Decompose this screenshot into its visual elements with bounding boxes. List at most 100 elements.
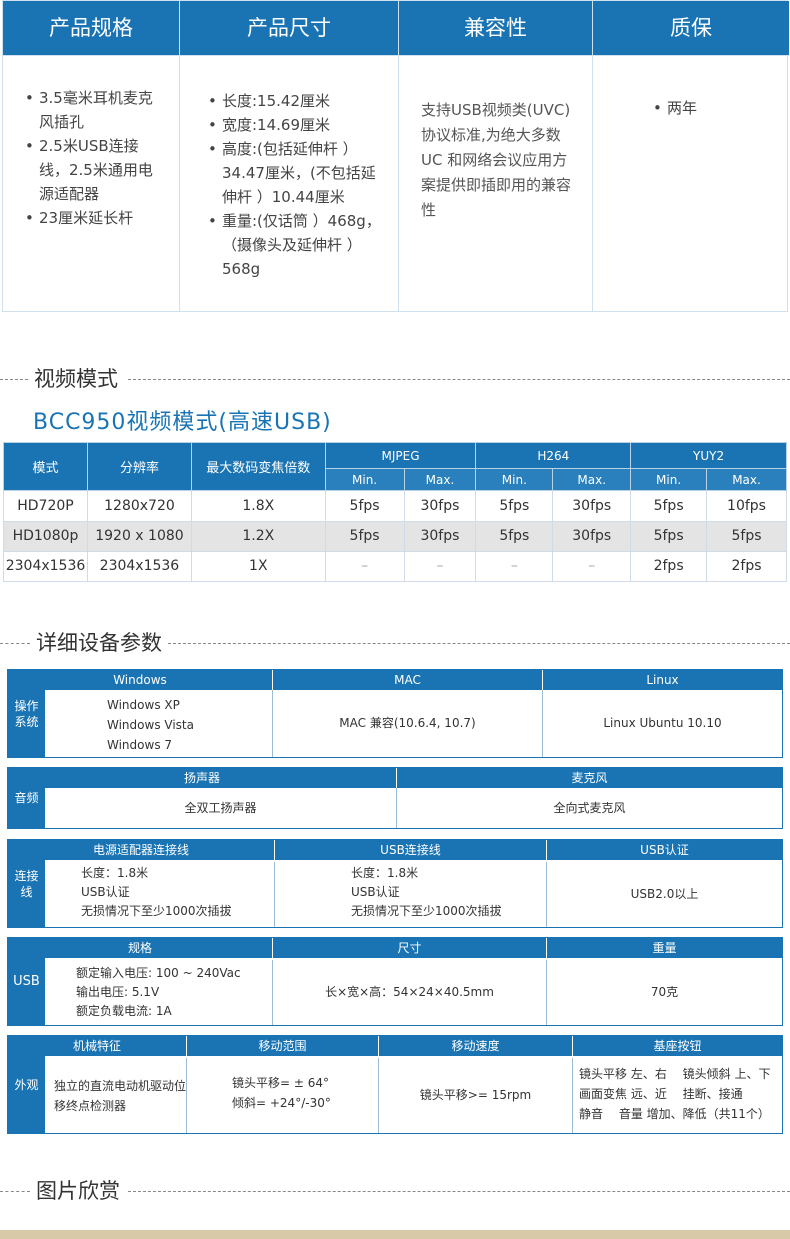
list-item: 高度:(包括延伸杆 ）34.47厘米，(不包括延伸杆 ）10.44厘米 [208, 137, 386, 209]
table-cell: 2304x1536 [86, 550, 192, 583]
table-row: HD720P 1280x720 1.8X 5fps 30fps 5fps 30f… [3, 490, 787, 522]
table-cell: 1.2X [190, 520, 326, 552]
usb-spec-line: 额定负载电流: 1A [76, 1004, 172, 1018]
table-cell: 2fps [706, 550, 787, 583]
look-speed-cell: 镜头平移>= 15rpm [378, 1058, 572, 1133]
list-item: 重量:(仅话筒 ）468g，（摄像头及延伸杆 ）568g [208, 209, 386, 281]
table-cell: 30fps [403, 520, 477, 552]
usb-header-size: 尺寸 [272, 938, 546, 958]
audio-speaker-cell: 全双工扬声器 [184, 800, 257, 815]
usb-spec-line: 额定输入电压: 100 ~ 240Vac [76, 966, 241, 980]
warranty-header: 质保 [593, 1, 789, 56]
table-cell: 30fps [552, 490, 632, 522]
usb-weight-cell: 70克 [546, 960, 782, 1025]
warranty-list: 两年 [653, 96, 777, 120]
audio-header-mic: 麦克风 [396, 768, 782, 788]
os-header-linux: Linux [542, 670, 782, 690]
section-title: 图片欣赏 [36, 1179, 120, 1203]
table-cell: 2304x1536 [3, 550, 88, 583]
cable-cert-cell: USB2.0以上 [546, 862, 782, 927]
cable-usb-line: 无损情况下至少1000次插拔 [351, 904, 502, 918]
table-cell: 5fps [324, 520, 405, 552]
table-cell: 1X [190, 550, 326, 583]
usb-spec-cell: 额定输入电压: 100 ~ 240Vac 输出电压: 5.1V 额定负载电流: … [45, 960, 272, 1025]
spec-col-size: 产品尺寸 长度:15.42厘米 宽度:14.69厘米 高度:(包括延伸杆 ）34… [180, 1, 399, 312]
col-header-zoom: 最大数码变焦倍数 [190, 441, 326, 492]
table-cell: 30fps [552, 520, 632, 552]
table-cell: – [324, 550, 405, 583]
table-cell: 30fps [403, 490, 477, 522]
os-windows-item: Windows Vista [107, 718, 194, 732]
col-header-mode: 模式 [3, 441, 88, 492]
spec-table: 产品规格 3.5毫米耳机麦克风插孔 2.5米USB连接线，2.5米通用电源适配器… [2, 0, 789, 312]
os-windows-item: Windows XP [107, 698, 180, 712]
section-title: 视频模式 [34, 367, 118, 391]
list-item: 长度:15.42厘米 [208, 89, 386, 113]
table-cell: 1.8X [190, 490, 326, 522]
cable-power-line: 无损情况下至少1000次插拔 [81, 904, 232, 918]
sub-header-max: Max. [552, 468, 632, 492]
cable-header-usb: USB连接线 [274, 840, 546, 860]
col-header-resolution: 分辨率 [86, 441, 192, 492]
look-range-cell: 镜头平移= ± 64° 倾斜= +24°/-30° [186, 1058, 378, 1133]
os-block: 操作系统 Windows MAC Linux Windows XP Window… [7, 669, 783, 758]
os-linux-cell: Linux Ubuntu 10.10 [542, 690, 782, 757]
usb-header-weight: 重量 [546, 938, 782, 958]
section-video-heading: 视频模式 [0, 364, 790, 394]
section-detail-heading: 详细设备参数 [0, 628, 790, 658]
table-cell: 5fps [630, 490, 708, 522]
look-buttons-line: 画面变焦 远、近 挂断、接通 [579, 1087, 743, 1101]
table-cell: – [552, 550, 632, 583]
compat-header: 兼容性 [399, 1, 592, 56]
audio-mic-cell: 全向式麦克风 [396, 788, 782, 828]
cable-power-line: 长度：1.8米 [81, 866, 149, 880]
section-gallery-heading: 图片欣赏 [0, 1176, 790, 1206]
table-cell: 1920 x 1080 [86, 520, 192, 552]
sub-header-max: Max. [706, 468, 787, 492]
cable-usb-line: 长度：1.8米 [351, 866, 419, 880]
usb-block: USB 规格 尺寸 重量 额定输入电压: 100 ~ 240Vac 输出电压: … [7, 937, 783, 1026]
table-cell: 2fps [630, 550, 708, 583]
table-cell: 5fps [475, 490, 554, 522]
look-range-line: 镜头平移= ± 64° [232, 1076, 330, 1090]
table-cell: – [475, 550, 554, 583]
video-mode-table: 模式 分辨率 最大数码变焦倍数 MJPEG H264 YUY2 Min. Max… [3, 441, 787, 583]
audio-header-speaker: 扬声器 [8, 768, 396, 788]
list-item: 2.5米USB连接线，2.5米通用电源适配器 [25, 134, 167, 206]
look-buttons-line: 静音 音量 增加、降低（共11个） [579, 1107, 770, 1121]
cable-block: 连接线 电源适配器连接线 USB连接线 USB认证 长度：1.8米 USB认证 … [7, 839, 783, 928]
look-range-line: 倾斜= +24°/-30° [232, 1096, 331, 1110]
list-item: 两年 [653, 96, 777, 120]
sub-header-min: Min. [475, 468, 554, 492]
group-header-mjpeg: MJPEG [324, 441, 477, 470]
group-header-h264: H264 [475, 441, 632, 470]
list-item: 3.5毫米耳机麦克风插孔 [25, 86, 167, 134]
list-item: 23厘米延长杆 [25, 206, 167, 230]
list-item: 宽度:14.69厘米 [208, 113, 386, 137]
look-header-speed: 移动速度 [378, 1036, 572, 1056]
cable-power-cell: 长度：1.8米 USB认证 无损情况下至少1000次插拔 [45, 862, 274, 927]
table-cell: HD1080p [3, 520, 88, 552]
os-windows-item: Windows 7 [107, 738, 173, 752]
compat-text: 支持USB视频类(UVC) 协议标准,为绝大多数 UC 和网络会议应用方案提供即… [421, 101, 572, 219]
os-header-mac: MAC [272, 670, 542, 690]
look-header-mech: 机械特征 [8, 1036, 186, 1056]
table-cell: 5fps [475, 520, 554, 552]
spec-col-warranty: 质保 两年 [593, 1, 789, 312]
table-cell: 10fps [706, 490, 787, 522]
cable-usb-cell: 长度：1.8米 USB认证 无损情况下至少1000次插拔 [274, 862, 546, 927]
os-windows-cell: Windows XP Windows Vista Windows 7 [45, 690, 272, 757]
os-header-windows: Windows [8, 670, 272, 690]
spec-col-compat: 兼容性 支持USB视频类(UVC) 协议标准,为绝大多数 UC 和网络会议应用方… [399, 1, 593, 312]
cable-header-cert: USB认证 [546, 840, 782, 860]
size-list: 长度:15.42厘米 宽度:14.69厘米 高度:(包括延伸杆 ）34.47厘米… [208, 89, 386, 281]
spec-col-spec: 产品规格 3.5毫米耳机麦克风插孔 2.5米USB连接线，2.5米通用电源适配器… [3, 1, 180, 312]
size-header: 产品尺寸 [180, 1, 398, 56]
table-cell: 5fps [630, 520, 708, 552]
group-header-yuy2: YUY2 [630, 441, 787, 470]
look-buttons-line: 镜头平移 左、右 镜头倾斜 上、下 [579, 1067, 771, 1081]
cable-header-power: 电源适配器连接线 [8, 840, 274, 860]
look-header-range: 移动范围 [186, 1036, 378, 1056]
appearance-block: 外观 机械特征 移动范围 移动速度 基座按钮 独立的直流电动机驱动位移终点检测器… [7, 1035, 783, 1134]
look-header-buttons: 基座按钮 [572, 1036, 782, 1056]
